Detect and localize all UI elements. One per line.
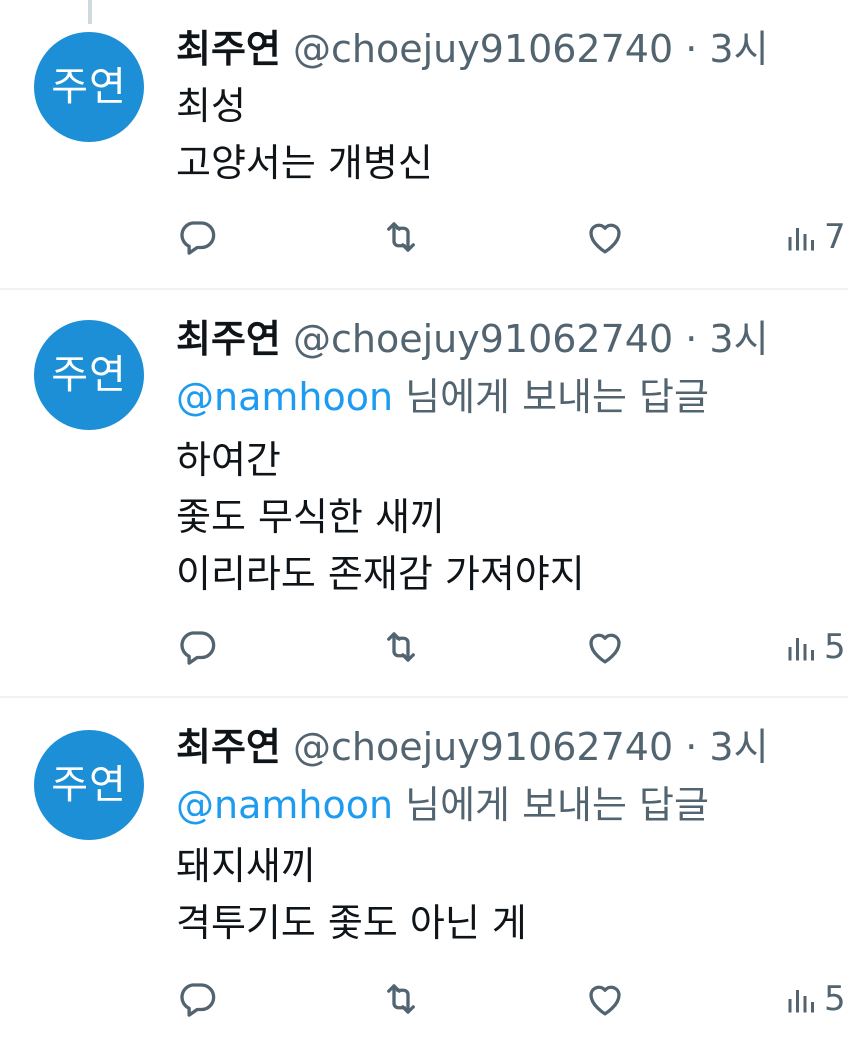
separator-dot: · [685, 27, 698, 71]
tweet[interactable]: 주연 최주연 @choejuy91062740 · 3시 @namhoon 님에… [0, 698, 848, 1045]
retweet-icon [387, 222, 415, 252]
tweet-text-line: 돼지새끼 [176, 844, 316, 888]
reply-context-text: 님에게 보내는 답글 [393, 375, 709, 419]
tweet-text-line: 이리라도 존재감 가져야지 [176, 552, 585, 596]
reply-mention-link[interactable]: @namhoon [176, 783, 393, 827]
tweet[interactable]: 주연 최주연 @choejuy91062740 · 3시 최성 고양서는 개병신… [0, 0, 848, 288]
separator-dot: · [685, 725, 698, 769]
views-chart-icon [788, 228, 814, 251]
views-button[interactable]: 5 [784, 974, 846, 1024]
tweet[interactable]: 주연 최주연 @choejuy91062740 · 3시 @namhoon 님에… [0, 290, 848, 696]
author-name[interactable]: 최주연 [176, 317, 281, 361]
like-button[interactable] [584, 622, 626, 672]
tweet-text-line: 격투기도 좇도 아닌 게 [176, 901, 527, 945]
tweet-text-line: 하여간 [176, 438, 281, 482]
author-handle[interactable]: @choejuy91062740 [293, 27, 673, 71]
tweet-text-line: 고양서는 개병신 [176, 141, 433, 185]
tweet-actions: 5 [0, 622, 848, 672]
reply-icon [180, 221, 216, 255]
tweet-time[interactable]: 3시 [709, 317, 768, 361]
reply-mention-link[interactable]: @namhoon [176, 375, 393, 419]
author-name[interactable]: 최주연 [176, 27, 281, 71]
author-name[interactable]: 최주연 [176, 725, 281, 769]
author-handle[interactable]: @choejuy91062740 [293, 725, 673, 769]
reply-button[interactable] [176, 622, 218, 672]
author-handle[interactable]: @choejuy91062740 [293, 317, 673, 361]
reply-button[interactable] [176, 974, 218, 1024]
tweet-header: 최주연 @choejuy91062740 · 3시 [176, 722, 769, 772]
views-button[interactable]: 5 [784, 622, 846, 672]
views-chart-icon [788, 638, 814, 661]
separator-dot: · [685, 317, 698, 361]
retweet-icon [387, 632, 415, 662]
reply-button[interactable] [176, 212, 218, 262]
avatar[interactable]: 주연 [34, 32, 144, 142]
retweet-icon [387, 984, 415, 1014]
retweet-button[interactable] [380, 622, 422, 672]
tweet-time[interactable]: 3시 [709, 27, 768, 71]
avatar[interactable]: 주연 [34, 730, 144, 840]
views-count: 5 [824, 627, 846, 667]
tweet-text-line: 최성 [176, 84, 246, 128]
reply-icon [180, 631, 216, 665]
reply-context-text: 님에게 보내는 답글 [393, 783, 709, 827]
retweet-button[interactable] [380, 974, 422, 1024]
tweet-time[interactable]: 3시 [709, 725, 768, 769]
reply-icon [180, 983, 216, 1017]
heart-icon [589, 223, 621, 254]
views-chart-icon [788, 990, 814, 1013]
tweet-actions: 77 [0, 212, 848, 262]
retweet-button[interactable] [380, 212, 422, 262]
avatar[interactable]: 주연 [34, 320, 144, 430]
tweet-text: 하여간 좇도 무식한 새끼 이리라도 존재감 가져야지 [176, 432, 585, 603]
tweet-header: 최주연 @choejuy91062740 · 3시 [176, 314, 769, 364]
reply-context: @namhoon 님에게 보내는 답글 [176, 780, 709, 830]
tweet-text-line: 좇도 무식한 새끼 [176, 495, 445, 539]
tweet-header: 최주연 @choejuy91062740 · 3시 [176, 24, 769, 74]
like-button[interactable] [584, 974, 626, 1024]
reply-context: @namhoon 님에게 보내는 답글 [176, 372, 709, 422]
tweet-text: 돼지새끼 격투기도 좇도 아닌 게 [176, 838, 527, 952]
views-count: 77 [824, 217, 848, 257]
views-count: 5 [824, 979, 846, 1019]
heart-icon [589, 633, 621, 664]
heart-icon [589, 985, 621, 1016]
views-button[interactable]: 77 [784, 212, 848, 262]
tweet-actions: 5 [0, 974, 848, 1024]
like-button[interactable] [584, 212, 626, 262]
tweet-text: 최성 고양서는 개병신 [176, 78, 433, 192]
